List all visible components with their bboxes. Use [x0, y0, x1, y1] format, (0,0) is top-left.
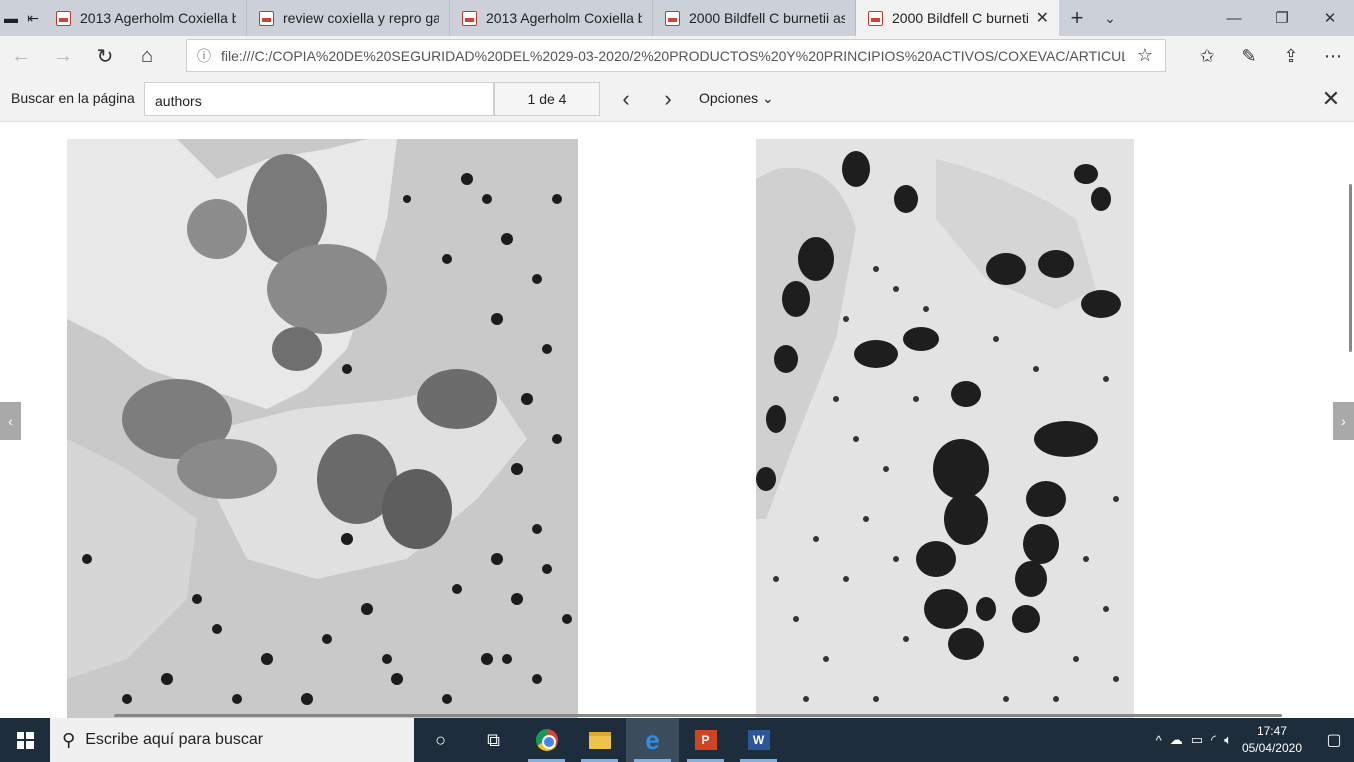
close-tab-icon[interactable]: ✕	[1036, 8, 1049, 28]
tab-label: 2013 Agerholm Coxiella bı	[486, 10, 642, 26]
chevron-right-icon[interactable]: ›	[648, 82, 688, 116]
find-count: 1 de 4	[494, 82, 600, 116]
tab-menu-icon[interactable]: ▬	[0, 0, 22, 36]
vertical-scrollbar[interactable]	[1349, 184, 1352, 352]
tray-chevron-icon[interactable]: ^	[1156, 733, 1162, 748]
word-taskbar-button[interactable]: W	[732, 718, 785, 762]
restore-button[interactable]: ❐	[1258, 0, 1306, 36]
word-icon: W	[747, 730, 770, 750]
home-icon[interactable]: ⌂	[126, 36, 168, 76]
browser-window: ▬ ⇤ 2013 Agerholm Coxiella bı review cox…	[0, 0, 1354, 762]
notification-icon[interactable]: ▢	[1314, 718, 1354, 762]
pdf-icon	[462, 10, 477, 26]
more-icon[interactable]: ⋯	[1312, 36, 1354, 76]
wifi-icon[interactable]: ◜	[1211, 732, 1216, 748]
favorites-icon[interactable]: ✩	[1186, 36, 1228, 76]
toolbar-right: ✩ ✎ ⇪ ⋯	[1186, 36, 1354, 76]
find-label: Buscar en la página	[11, 90, 135, 106]
close-window-button[interactable]: ✕	[1306, 0, 1354, 36]
powerpoint-taskbar-button[interactable]: P	[679, 718, 732, 762]
tab-3[interactable]: 2013 Agerholm Coxiella bı	[450, 0, 653, 36]
volume-icon[interactable]: 🔈︎	[1224, 732, 1232, 748]
window-controls: — ❐ ✕	[1210, 0, 1354, 36]
tab-label: 2013 Agerholm Coxiella bı	[80, 10, 236, 26]
pdf-icon	[259, 10, 274, 26]
tab-bar: ▬ ⇤ 2013 Agerholm Coxiella bı review cox…	[0, 0, 1354, 36]
windows-icon	[16, 731, 34, 749]
tab-label: 2000 Bildfell C burneti	[892, 10, 1028, 26]
edge-taskbar-button[interactable]: e	[626, 718, 679, 762]
close-icon[interactable]: ✕	[1316, 85, 1346, 113]
taskbar-search[interactable]: ⚲ Escribe aquí para buscar	[50, 718, 414, 762]
url-text[interactable]: file:///C:/COPIA%20DE%20SEGURIDAD%20DEL%…	[221, 48, 1125, 64]
next-page-button[interactable]: ›	[1333, 402, 1354, 440]
tab-4[interactable]: 2000 Bildfell C burnetii asc	[653, 0, 856, 36]
battery-icon[interactable]: ▭	[1191, 732, 1203, 748]
chevron-left-icon[interactable]: ‹	[606, 82, 646, 116]
horizontal-scrollbar[interactable]	[114, 714, 1282, 717]
tab-1[interactable]: 2013 Agerholm Coxiella bı	[44, 0, 247, 36]
find-input[interactable]: authors	[144, 82, 494, 116]
pdf-icon	[665, 10, 680, 26]
clock-date: 05/04/2020	[1241, 741, 1302, 755]
system-tray: ^ ☁ ▭ ◜ 🔈︎ 17:47 05/04/2020 ▢	[1152, 718, 1354, 762]
clock-time: 17:47	[1256, 724, 1287, 738]
tab-label: review coxiella y repro gat	[283, 10, 439, 26]
find-options-button[interactable]: Opciones ⌄	[699, 90, 774, 107]
file-explorer-icon	[588, 731, 611, 749]
pdf-viewport[interactable]: ‹ ›	[0, 122, 1354, 718]
pen-icon[interactable]: ✎	[1228, 36, 1270, 76]
powerpoint-icon: P	[694, 730, 717, 750]
micrograph-right	[756, 139, 1134, 718]
onedrive-icon[interactable]: ☁	[1170, 732, 1183, 748]
tab-back-icon[interactable]: ⇤	[22, 0, 44, 36]
minimize-button[interactable]: —	[1210, 0, 1258, 36]
edge-icon: e	[645, 724, 660, 755]
new-tab-button[interactable]: +	[1059, 0, 1095, 36]
task-view-icon[interactable]: ⧉	[467, 718, 520, 762]
info-icon[interactable]: ⓘ	[187, 46, 221, 66]
micrograph-left-image	[67, 139, 578, 718]
tab-list-button[interactable]: ⌄	[1095, 0, 1125, 36]
refresh-icon[interactable]: ↻	[84, 36, 126, 76]
start-button[interactable]	[0, 718, 50, 762]
tab-label: 2000 Bildfell C burnetii asc	[689, 10, 845, 26]
forward-arrow-icon[interactable]: →	[42, 36, 84, 76]
share-icon[interactable]: ⇪	[1270, 36, 1312, 76]
back-arrow-icon[interactable]: ←	[0, 36, 42, 76]
star-icon[interactable]: ☆	[1125, 45, 1165, 66]
micrograph-right-image	[756, 139, 1134, 718]
previous-page-button[interactable]: ‹	[0, 402, 21, 440]
taskbar: ⚲ Escribe aquí para buscar ○ ⧉ e P W ^ ☁…	[0, 718, 1354, 762]
explorer-taskbar-button[interactable]	[573, 718, 626, 762]
pdf-icon	[56, 10, 71, 26]
chrome-taskbar-button[interactable]	[520, 718, 573, 762]
micrograph-left	[67, 139, 578, 718]
clock[interactable]: 17:47 05/04/2020	[1242, 723, 1302, 757]
pdf-icon	[868, 10, 883, 26]
find-bar: Buscar en la página authors 1 de 4 ‹ › O…	[0, 76, 1354, 122]
navigation-bar: ← → ↻ ⌂ ⓘ file:///C:/COPIA%20DE%20SEGURI…	[0, 36, 1354, 76]
tab-5-active[interactable]: 2000 Bildfell C burneti ✕	[856, 0, 1059, 36]
tab-2[interactable]: review coxiella y repro gat	[247, 0, 450, 36]
search-icon: ⚲	[62, 729, 76, 750]
taskbar-search-text: Escribe aquí para buscar	[85, 731, 264, 748]
chrome-icon	[535, 729, 558, 751]
address-bar[interactable]: ⓘ file:///C:/COPIA%20DE%20SEGURIDAD%20DE…	[186, 39, 1166, 72]
cortana-icon[interactable]: ○	[414, 718, 467, 762]
